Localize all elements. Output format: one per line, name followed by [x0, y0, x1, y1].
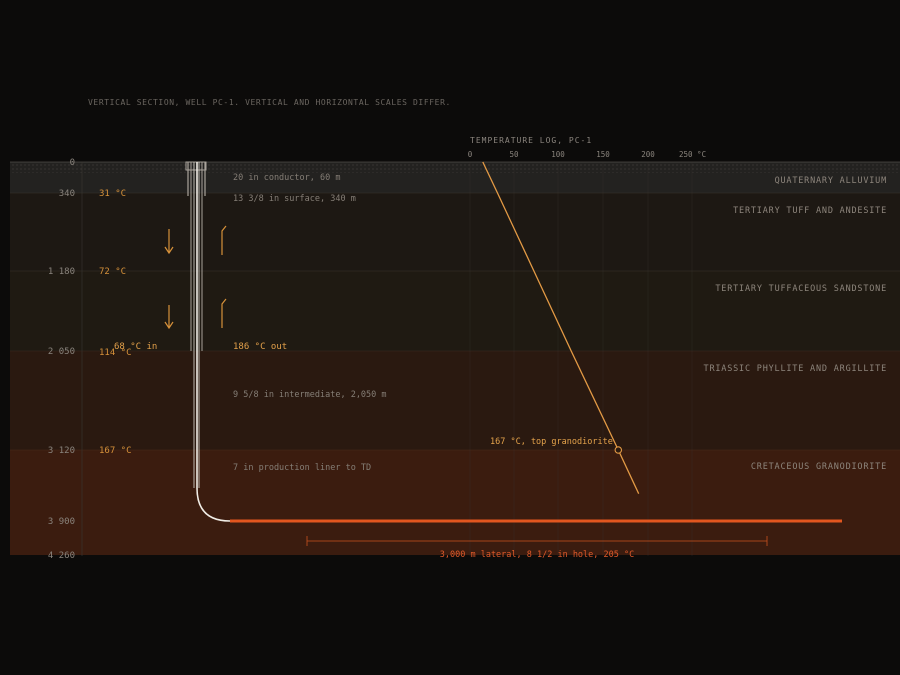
depth-tick-0: 0 [70, 158, 75, 168]
section-caption: VERTICAL SECTION, WELL PC-1. VERTICAL AN… [88, 98, 451, 107]
depth-tick-3120: 3 120 [48, 446, 75, 456]
casing-label-intermediate: 9 5/8 in intermediate, 2,050 m [233, 390, 387, 400]
temp-axis-tick-50: 50 [509, 150, 519, 159]
temp-axis-tick-200: 200 [641, 150, 655, 159]
temperature-axis-ticks: 0 50 100 150 200 250 °C [468, 150, 706, 159]
formation-label-granodiorite: CRETACEOUS GRANODIORITE [751, 462, 887, 472]
formation-band-tuff [10, 193, 900, 271]
outlet-temp-label: 186 °C out [233, 342, 287, 352]
casing-label-conductor: 20 in conductor, 60 m [233, 173, 340, 183]
temp-label-3120: 167 °C [99, 446, 132, 456]
casing-label-liner: 7 in production liner to TD [233, 463, 371, 473]
depth-tick-3900: 3 900 [48, 517, 75, 527]
temp-label-1180: 72 °C [99, 267, 126, 277]
inlet-temp-label: 68 °C in [114, 342, 157, 352]
lateral-label: 3,000 m lateral, 8 1/2 in hole, 205 °C [440, 550, 634, 560]
temperature-callout: 167 °C, top granodiorite [490, 437, 613, 447]
formation-bands [10, 162, 900, 555]
temp-axis-tick-100: 100 [551, 150, 565, 159]
alluvium-hatch [10, 163, 900, 173]
formation-label-alluvium: QUATERNARY ALLUVIUM [775, 176, 887, 186]
depth-tick-4260: 4 260 [48, 551, 75, 561]
casing-label-surface: 13 3/8 in surface, 340 m [233, 194, 356, 204]
formation-label-phyllite: TRIASSIC PHYLLITE AND ARGILLITE [704, 364, 887, 374]
temp-axis-tick-0: 0 [468, 150, 473, 159]
depth-tick-2050: 2 050 [48, 347, 75, 357]
formation-label-sandstone: TERTIARY TUFFACEOUS SANDSTONE [715, 284, 887, 294]
temperature-marker [614, 446, 623, 454]
formation-band-sandstone [10, 271, 900, 351]
depth-tick-1180: 1 180 [48, 267, 75, 277]
well-section-diagram: VERTICAL SECTION, WELL PC-1. VERTICAL AN… [0, 0, 900, 675]
depth-tick-340: 340 [59, 189, 75, 199]
temp-label-340: 31 °C [99, 189, 126, 199]
temperature-log-title: TEMPERATURE LOG, PC-1 [470, 136, 592, 145]
temp-axis-tick-250: 250 °C [679, 150, 706, 159]
temp-axis-tick-150: 150 [596, 150, 610, 159]
formation-label-tuff: TERTIARY TUFF AND ANDESITE [733, 206, 887, 216]
